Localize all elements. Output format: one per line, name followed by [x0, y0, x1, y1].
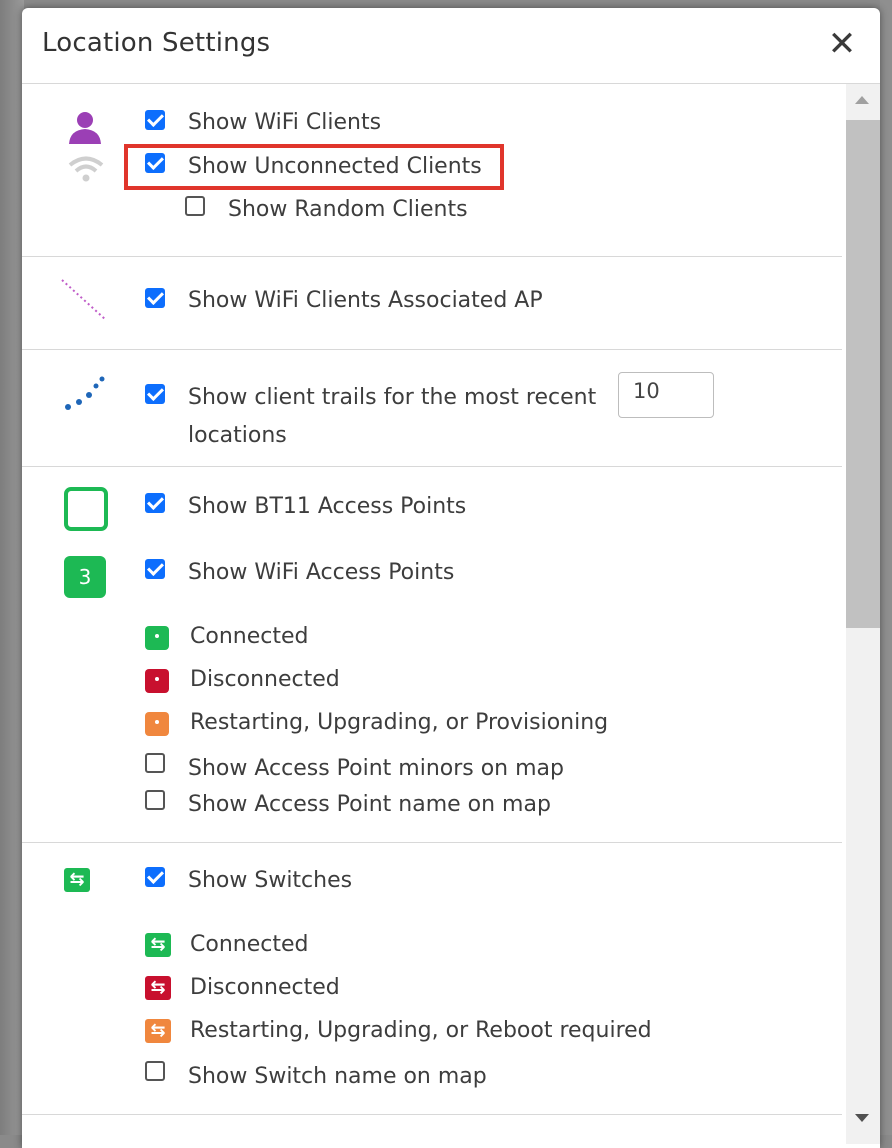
wifi-ap-icon: 3 — [64, 556, 106, 598]
switch-disconnected-legend-label: Disconnected — [190, 975, 340, 1000]
page-backdrop — [0, 0, 24, 1135]
dotted-line-icon — [61, 279, 107, 321]
show-ap-name-label[interactable]: Show Access Point name on map — [188, 792, 551, 817]
show-random-clients-checkbox[interactable] — [185, 196, 205, 216]
show-ap-name-checkbox[interactable] — [145, 790, 165, 810]
show-bt11-checkbox[interactable] — [145, 493, 165, 513]
ap-connected-legend-label: Connected — [190, 624, 309, 649]
show-switches-checkbox[interactable] — [145, 867, 165, 887]
person-icon — [69, 112, 101, 144]
switch-restarting-legend-label: Restarting, Upgrading, or Reboot require… — [190, 1018, 652, 1043]
show-bt11-label[interactable]: Show BT11 Access Points — [188, 494, 466, 519]
associated-ap-section: Show WiFi Clients Associated AP — [22, 256, 842, 350]
show-trails-label-line2[interactable]: locations — [188, 423, 287, 448]
wifi-icon — [68, 156, 104, 182]
bt11-ap-icon — [64, 487, 108, 531]
show-switch-name-label[interactable]: Show Switch name on map — [188, 1064, 487, 1089]
dialog-header: Location Settings ✕ — [22, 8, 880, 84]
switch-connected-legend-icon: ⇆ — [145, 933, 171, 957]
scroll-down-icon[interactable] — [855, 1114, 869, 1122]
trail-dots-icon — [65, 376, 105, 410]
ap-restarting-legend-label: Restarting, Upgrading, or Provisioning — [190, 710, 609, 735]
scroll-thumb[interactable] — [846, 120, 880, 628]
switches-section: ⇆ Show Switches ⇆ Connected ⇆ Disconnect… — [22, 842, 842, 1115]
ap-connected-legend-icon — [145, 626, 169, 650]
location-settings-dialog: Location Settings ✕ Show WiFi Clients Sh… — [22, 8, 880, 1148]
switch-disconnected-legend-icon: ⇆ — [145, 976, 171, 1000]
settings-content: Show WiFi Clients Show Unconnected Clien… — [22, 84, 844, 1144]
switch-connected-legend-label: Connected — [190, 932, 309, 957]
ap-disconnected-legend-icon — [145, 669, 169, 693]
highlight-box — [124, 144, 504, 190]
switch-restarting-legend-icon: ⇆ — [145, 1019, 171, 1043]
show-ap-minors-label[interactable]: Show Access Point minors on map — [188, 756, 564, 781]
show-wifi-clients-label[interactable]: Show WiFi Clients — [188, 110, 381, 135]
close-icon[interactable]: ✕ — [826, 27, 858, 62]
client-trails-section: Show client trails for the most recent l… — [22, 349, 842, 467]
show-trails-label-line1[interactable]: Show client trails for the most recent — [188, 385, 596, 410]
show-trails-checkbox[interactable] — [145, 384, 165, 404]
scroll-up-icon[interactable] — [855, 96, 869, 104]
show-associated-ap-checkbox[interactable] — [145, 288, 165, 308]
show-wifi-ap-checkbox[interactable] — [145, 559, 165, 579]
show-wifi-clients-checkbox[interactable] — [145, 110, 165, 130]
page-backdrop-right — [880, 0, 892, 1135]
show-associated-ap-label[interactable]: Show WiFi Clients Associated AP — [188, 288, 543, 313]
trail-count-input[interactable]: 10 — [618, 372, 714, 418]
show-random-clients-label[interactable]: Show Random Clients — [228, 197, 468, 222]
ap-disconnected-legend-label: Disconnected — [190, 667, 340, 692]
ap-restarting-legend-icon — [145, 712, 169, 736]
dialog-title: Location Settings — [42, 28, 271, 58]
access-points-section: Show BT11 Access Points 3 Show WiFi Acce… — [22, 466, 842, 843]
scrollbar[interactable] — [846, 84, 880, 1144]
show-wifi-ap-label[interactable]: Show WiFi Access Points — [188, 560, 454, 585]
show-switch-name-checkbox[interactable] — [145, 1061, 165, 1081]
show-ap-minors-checkbox[interactable] — [145, 753, 165, 773]
switch-icon: ⇆ — [64, 868, 90, 892]
show-switches-label[interactable]: Show Switches — [188, 868, 352, 893]
